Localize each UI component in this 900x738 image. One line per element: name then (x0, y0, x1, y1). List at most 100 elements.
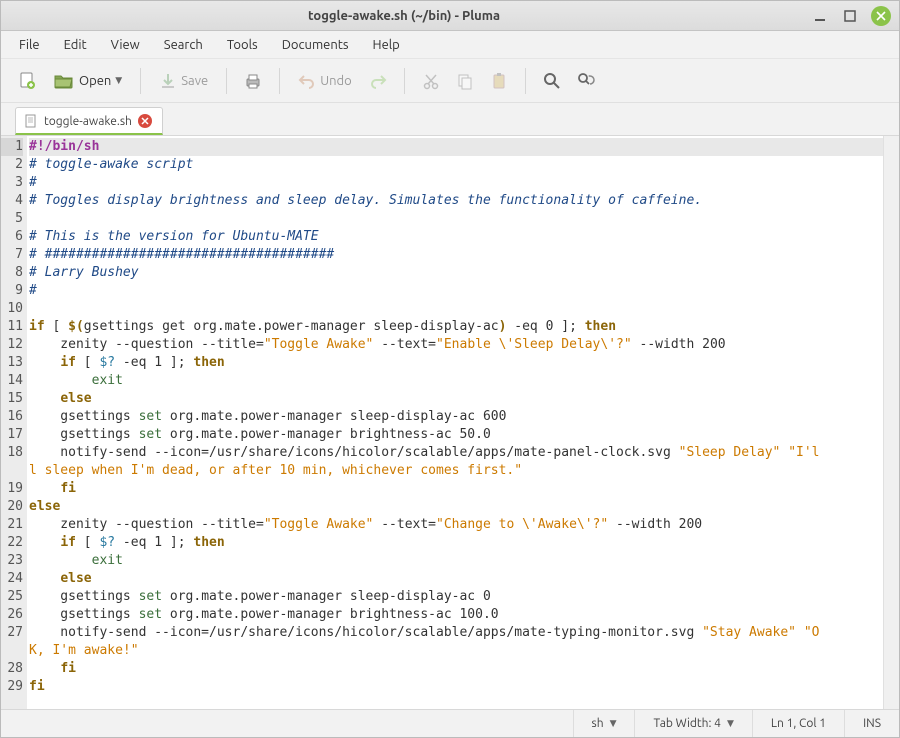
line-number: 16 (1, 408, 23, 426)
code-line[interactable]: fi (29, 678, 883, 696)
code-line[interactable]: else (29, 570, 883, 588)
code-line[interactable]: zenity --question --title="Toggle Awake"… (29, 336, 883, 354)
find-replace-button[interactable] (572, 67, 600, 95)
code-line[interactable]: else (29, 498, 883, 516)
code-line[interactable] (29, 210, 883, 228)
code-line[interactable]: K, I'm awake!" (29, 642, 883, 660)
code-line[interactable]: notify-send --icon=/usr/share/icons/hico… (29, 624, 883, 642)
cut-button[interactable] (417, 67, 445, 95)
code-line[interactable] (29, 300, 883, 318)
code-line[interactable]: # (29, 174, 883, 192)
vertical-scrollbar[interactable] (883, 136, 899, 709)
paste-button[interactable] (485, 67, 513, 95)
insert-mode-indicator[interactable]: INS (844, 710, 899, 737)
line-number: 7 (1, 246, 23, 264)
code-line[interactable]: exit (29, 372, 883, 390)
copy-icon (456, 72, 474, 90)
code-line[interactable]: notify-send --icon=/usr/share/icons/hico… (29, 444, 883, 462)
line-number: 29 (1, 678, 23, 696)
new-file-button[interactable] (13, 67, 41, 95)
window-minimize-button[interactable] (811, 7, 829, 25)
menu-help[interactable]: Help (363, 34, 410, 56)
code-line[interactable]: # This is the version for Ubuntu-MATE (29, 228, 883, 246)
code-line[interactable]: # toggle-awake script (29, 156, 883, 174)
window-maximize-button[interactable] (841, 7, 859, 25)
line-number: 21 (1, 516, 23, 534)
code-line[interactable]: gsettings set org.mate.power-manager sle… (29, 408, 883, 426)
window-close-button[interactable] (871, 6, 891, 26)
find-replace-icon (577, 72, 595, 90)
open-button[interactable]: Open ▼ (47, 69, 128, 93)
code-line[interactable]: # (29, 282, 883, 300)
code-line[interactable]: else (29, 390, 883, 408)
line-number: 28 (1, 660, 23, 678)
line-number (1, 642, 23, 660)
menu-file[interactable]: File (9, 34, 50, 56)
search-icon (543, 72, 561, 90)
line-number: 8 (1, 264, 23, 282)
redo-button[interactable] (364, 67, 392, 95)
language-label: sh (592, 717, 604, 730)
line-number: 11 (1, 318, 23, 336)
code-line[interactable]: # Toggles display brightness and sleep d… (29, 192, 883, 210)
code-line[interactable]: if [ $? -eq 1 ]; then (29, 534, 883, 552)
line-number: 3 (1, 174, 23, 192)
code-line[interactable]: fi (29, 480, 883, 498)
save-label: Save (181, 74, 208, 88)
line-number: 19 (1, 480, 23, 498)
code-line[interactable]: exit (29, 552, 883, 570)
menu-tools[interactable]: Tools (217, 34, 268, 56)
menubar: File Edit View Search Tools Documents He… (1, 31, 899, 59)
undo-icon (298, 72, 316, 90)
save-icon (159, 72, 177, 90)
redo-icon (369, 72, 387, 90)
editor: 1234567891011121314151617181920212223242… (1, 135, 899, 709)
paste-icon (490, 72, 508, 90)
code-line[interactable]: gsettings set org.mate.power-manager sle… (29, 588, 883, 606)
toolbar-separator (140, 68, 141, 94)
chevron-down-icon: ▼ (115, 75, 122, 86)
code-line[interactable]: if [ $(gsettings get org.mate.power-mana… (29, 318, 883, 336)
toolbar-separator (525, 68, 526, 94)
code-line[interactable]: gsettings set org.mate.power-manager bri… (29, 426, 883, 444)
language-selector[interactable]: sh ▼ (573, 710, 635, 737)
code-line[interactable]: # ##################################### (29, 246, 883, 264)
undo-label: Undo (320, 74, 352, 88)
chevron-down-icon: ▼ (610, 718, 617, 729)
line-number: 10 (1, 300, 23, 318)
window-title: toggle-awake.sh (~/bin) - Pluma (9, 9, 799, 23)
scissors-icon (422, 72, 440, 90)
line-number: 2 (1, 156, 23, 174)
close-icon (141, 117, 149, 125)
toolbar: Open ▼ Save Undo (1, 59, 899, 103)
tab-bar: toggle-awake.sh (1, 103, 899, 135)
status-bar: sh ▼ Tab Width: 4 ▼ Ln 1, Col 1 INS (1, 709, 899, 737)
code-line[interactable]: # Larry Bushey (29, 264, 883, 282)
menu-documents[interactable]: Documents (272, 34, 359, 56)
line-number: 18 (1, 444, 23, 462)
chevron-down-icon: ▼ (727, 718, 734, 729)
find-button[interactable] (538, 67, 566, 95)
tab-width-selector[interactable]: Tab Width: 4 ▼ (634, 710, 751, 737)
undo-button[interactable]: Undo (292, 70, 358, 92)
menu-edit[interactable]: Edit (54, 34, 97, 56)
tab-width-label: Tab Width: 4 (653, 717, 720, 730)
toolbar-separator (404, 68, 405, 94)
line-number: 5 (1, 210, 23, 228)
menu-view[interactable]: View (101, 34, 150, 56)
code-line[interactable]: #!/bin/sh (29, 138, 883, 156)
line-number: 26 (1, 606, 23, 624)
code-line[interactable]: gsettings set org.mate.power-manager bri… (29, 606, 883, 624)
code-line[interactable]: zenity --question --title="Toggle Awake"… (29, 516, 883, 534)
copy-button[interactable] (451, 67, 479, 95)
code-area[interactable]: #!/bin/sh# toggle-awake script## Toggles… (27, 136, 883, 709)
line-number: 20 (1, 498, 23, 516)
print-button[interactable] (239, 67, 267, 95)
code-line[interactable]: l sleep when I'm dead, or after 10 min, … (29, 462, 883, 480)
document-tab[interactable]: toggle-awake.sh (15, 107, 163, 135)
menu-search[interactable]: Search (154, 34, 213, 56)
save-button[interactable]: Save (153, 70, 214, 92)
tab-close-button[interactable] (138, 114, 152, 128)
code-line[interactable]: fi (29, 660, 883, 678)
code-line[interactable]: if [ $? -eq 1 ]; then (29, 354, 883, 372)
